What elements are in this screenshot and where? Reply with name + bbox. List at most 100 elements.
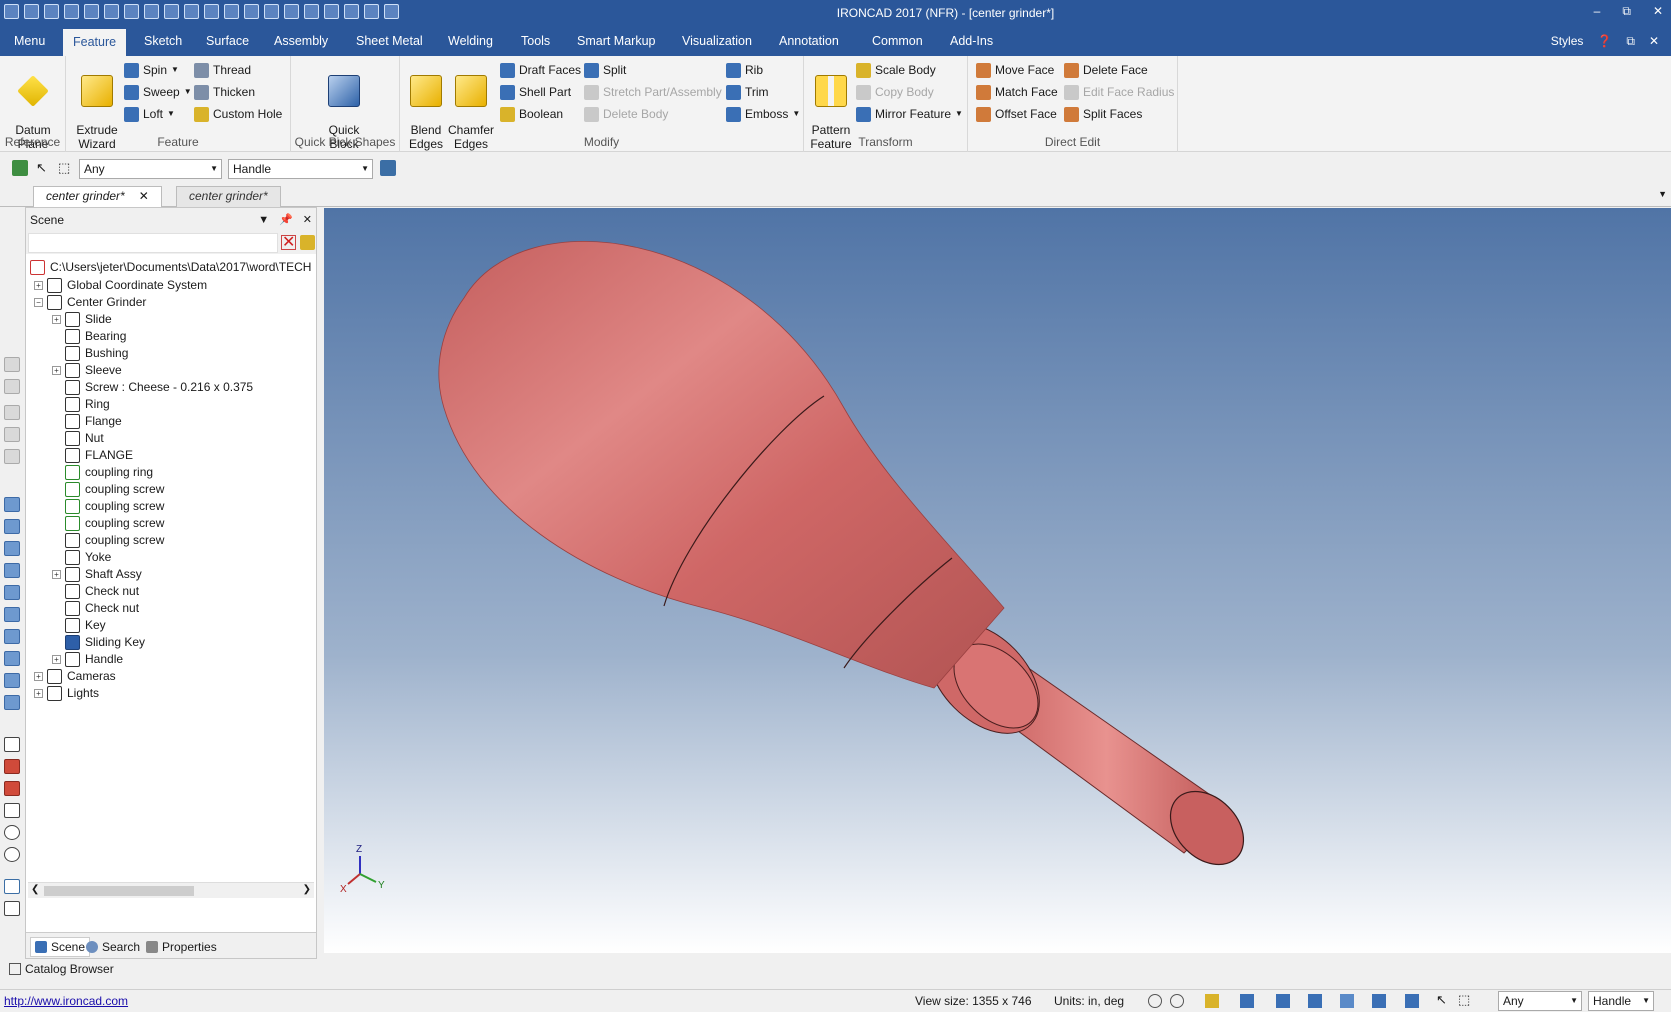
delete-body-button[interactable]: Delete Body	[584, 104, 668, 124]
tab-annotation[interactable]: Annotation	[769, 26, 849, 56]
styles-menu[interactable]: Styles	[1551, 26, 1584, 56]
window-menu-icon[interactable]: ⧉	[1626, 26, 1635, 56]
trim-button[interactable]: Trim	[726, 82, 769, 102]
boolean-button[interactable]: Boolean	[500, 104, 563, 124]
mirror-feature-button[interactable]: Mirror Feature ▼	[856, 104, 963, 124]
tab-common[interactable]: Common	[862, 26, 933, 56]
close-icon[interactable]: ✕	[303, 208, 312, 232]
scroll-left-icon[interactable]: ❮	[31, 884, 39, 895]
tree-item[interactable]: coupling screw	[52, 480, 164, 498]
chevron-down-icon[interactable]: ▼	[1658, 189, 1667, 199]
shading-icon[interactable]	[1240, 994, 1254, 1008]
tab-menu[interactable]: Menu	[4, 26, 55, 56]
light-icon[interactable]	[4, 781, 20, 796]
orbit-icon[interactable]	[4, 825, 20, 840]
copy-body-button[interactable]: Copy Body	[856, 82, 934, 102]
tab-tools[interactable]: Tools	[511, 26, 560, 56]
tree-item[interactable]: coupling screw	[52, 531, 164, 549]
view-icon-5[interactable]	[4, 449, 20, 464]
expand-toggle-icon[interactable]: −	[34, 297, 43, 307]
pointer-icon[interactable]: ↖	[36, 160, 50, 176]
edit-face-radius-button[interactable]: Edit Face Radius	[1064, 82, 1174, 102]
tab-add-ins[interactable]: Add-Ins	[940, 26, 1003, 56]
catalog-browser-bar[interactable]: Catalog Browser	[0, 959, 330, 981]
tab-properties[interactable]: Properties	[146, 937, 217, 957]
help-icon[interactable]: ❓	[1597, 26, 1612, 56]
view-icon-1[interactable]	[4, 357, 20, 372]
view-right-icon[interactable]	[4, 563, 20, 578]
loft-button[interactable]: Loft ▼	[124, 104, 175, 124]
perspective-icon[interactable]	[1308, 994, 1322, 1008]
move-face-button[interactable]: Move Face	[976, 60, 1054, 80]
zoom-window-icon[interactable]	[1170, 994, 1184, 1008]
match-face-button[interactable]: Match Face	[976, 82, 1058, 102]
selection-target-combo[interactable]: Handle ▼	[228, 159, 373, 179]
selection-filter-combo[interactable]: Any ▼	[79, 159, 222, 179]
tab-sheet-metal[interactable]: Sheet Metal	[346, 26, 433, 56]
tree-item[interactable]: + Cameras	[34, 667, 116, 685]
delete-face-button[interactable]: Delete Face	[1064, 60, 1148, 80]
expand-toggle-icon[interactable]: +	[34, 688, 43, 698]
zoom-icon[interactable]	[1148, 994, 1162, 1008]
tree-item[interactable]: Yoke	[52, 548, 111, 566]
spin-button[interactable]: Spin ▼	[124, 60, 179, 80]
tab-visualization[interactable]: Visualization	[672, 26, 762, 56]
tree-item[interactable]: + Slide	[52, 310, 112, 328]
view-orient-icon[interactable]	[1276, 994, 1290, 1008]
shell-part-button[interactable]: Shell Part	[500, 82, 571, 102]
layers-icon[interactable]	[1405, 994, 1419, 1008]
close-button[interactable]: ✕	[1653, 4, 1663, 19]
scene-horizontal-scrollbar[interactable]: ❮ ❯	[28, 882, 314, 898]
split-button[interactable]: Split	[584, 60, 626, 80]
tab-search[interactable]: Search	[86, 937, 140, 957]
tab-scene[interactable]: Scene	[30, 937, 91, 957]
doc-tab-active[interactable]: center grinder* ✕	[33, 186, 162, 207]
filter-options-icon[interactable]	[300, 235, 315, 250]
tree-item[interactable]: + Handle	[52, 650, 123, 668]
expand-toggle-icon[interactable]: +	[34, 280, 43, 290]
camera-icon[interactable]	[4, 759, 20, 774]
tree-item[interactable]: coupling ring	[52, 463, 153, 481]
scroll-right-icon[interactable]: ❯	[303, 884, 311, 895]
close-tab-icon[interactable]: ✕	[139, 189, 149, 203]
status-target-combo[interactable]: Handle ▼	[1588, 991, 1654, 1011]
tree-root[interactable]: C:\Users\jeter\Documents\Data\2017\word\…	[30, 258, 311, 276]
tab-assembly[interactable]: Assembly	[264, 26, 338, 56]
minimize-button[interactable]: –	[1594, 4, 1601, 19]
tab-sketch[interactable]: Sketch	[134, 26, 192, 56]
display-icon[interactable]	[1340, 994, 1354, 1008]
split-faces-button[interactable]: Split Faces	[1064, 104, 1142, 124]
tree-item[interactable]: coupling screw	[52, 514, 164, 532]
ruler-icon[interactable]	[4, 901, 20, 916]
view-front-icon[interactable]	[4, 497, 20, 512]
3d-viewport[interactable]: Z X Y	[324, 208, 1671, 953]
view-iso-icon[interactable]	[4, 629, 20, 644]
measure-icon[interactable]	[4, 737, 20, 752]
view-top-icon[interactable]	[4, 585, 20, 600]
tree-item[interactable]: Nut	[52, 429, 104, 447]
offset-face-button[interactable]: Offset Face	[976, 104, 1057, 124]
view-icon-2[interactable]	[4, 379, 20, 394]
tree-item[interactable]: + Sleeve	[52, 361, 122, 379]
no-icon[interactable]	[4, 847, 20, 862]
doc-tab-inactive[interactable]: center grinder*	[176, 186, 281, 207]
ironcad-link[interactable]: http://www.ironcad.com	[4, 994, 128, 1008]
sweep-button[interactable]: Sweep ▼	[124, 82, 192, 102]
tab-welding[interactable]: Welding	[438, 26, 503, 56]
view-icon-3[interactable]	[4, 405, 20, 420]
restore-button[interactable]: ⧉	[1622, 4, 1631, 19]
view-back-icon[interactable]	[4, 519, 20, 534]
expand-toggle-icon[interactable]: +	[52, 314, 61, 324]
tab-surface[interactable]: Surface	[196, 26, 259, 56]
tree-item[interactable]: Ring	[52, 395, 110, 413]
view-bottom-icon[interactable]	[4, 607, 20, 622]
expand-toggle-icon[interactable]: +	[34, 671, 43, 681]
angle-icon[interactable]	[4, 803, 20, 818]
pin-icon[interactable]: 📌	[279, 208, 293, 232]
select-mode-icon[interactable]	[12, 160, 28, 176]
scale-body-button[interactable]: Scale Body	[856, 60, 936, 80]
render-mode-icon[interactable]	[1205, 994, 1219, 1008]
rib-button[interactable]: Rib	[726, 60, 763, 80]
tree-item[interactable]: FLANGE	[52, 446, 133, 464]
stretch-button[interactable]: Stretch Part/Assembly	[584, 82, 722, 102]
